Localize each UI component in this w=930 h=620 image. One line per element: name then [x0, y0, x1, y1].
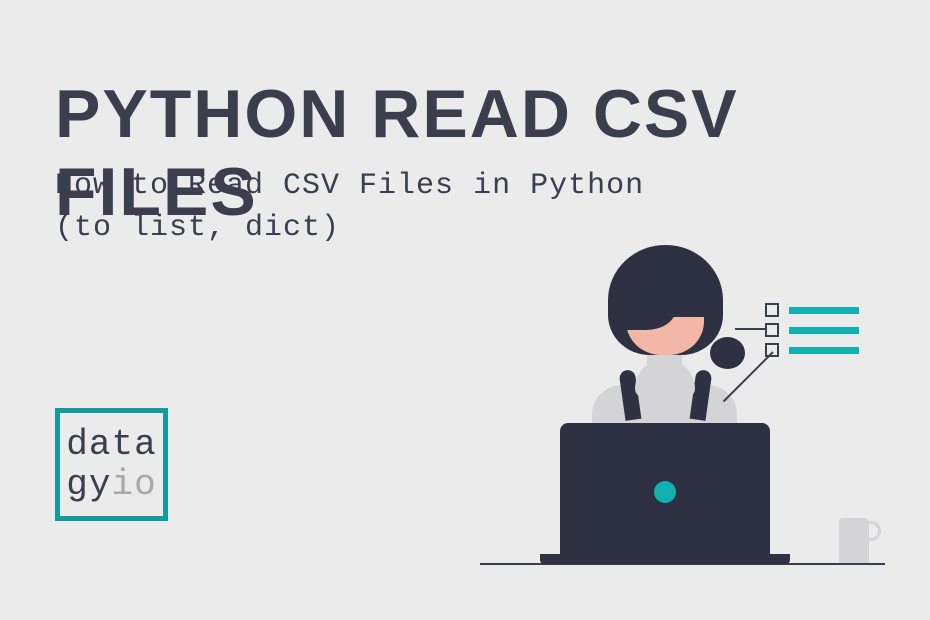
checklist-item [765, 303, 875, 317]
checklist-item [765, 343, 875, 357]
subtitle-line-1: How to Read CSV Files in Python [55, 165, 644, 207]
checklist-item [765, 323, 875, 337]
subtitle-line-2: (to list, dict) [55, 207, 644, 249]
subtitle: How to Read CSV Files in Python (to list… [55, 165, 644, 249]
brand-logo: data gyio [55, 408, 168, 521]
hero-illustration [460, 265, 875, 565]
checkbox-icon [765, 303, 779, 317]
logo-line-2: gyio [66, 465, 156, 505]
checklist-callout [765, 303, 875, 363]
checkbox-icon [765, 323, 779, 337]
logo-line-1: data [66, 425, 156, 465]
cup-icon [839, 513, 875, 563]
laptop-icon [560, 423, 770, 563]
